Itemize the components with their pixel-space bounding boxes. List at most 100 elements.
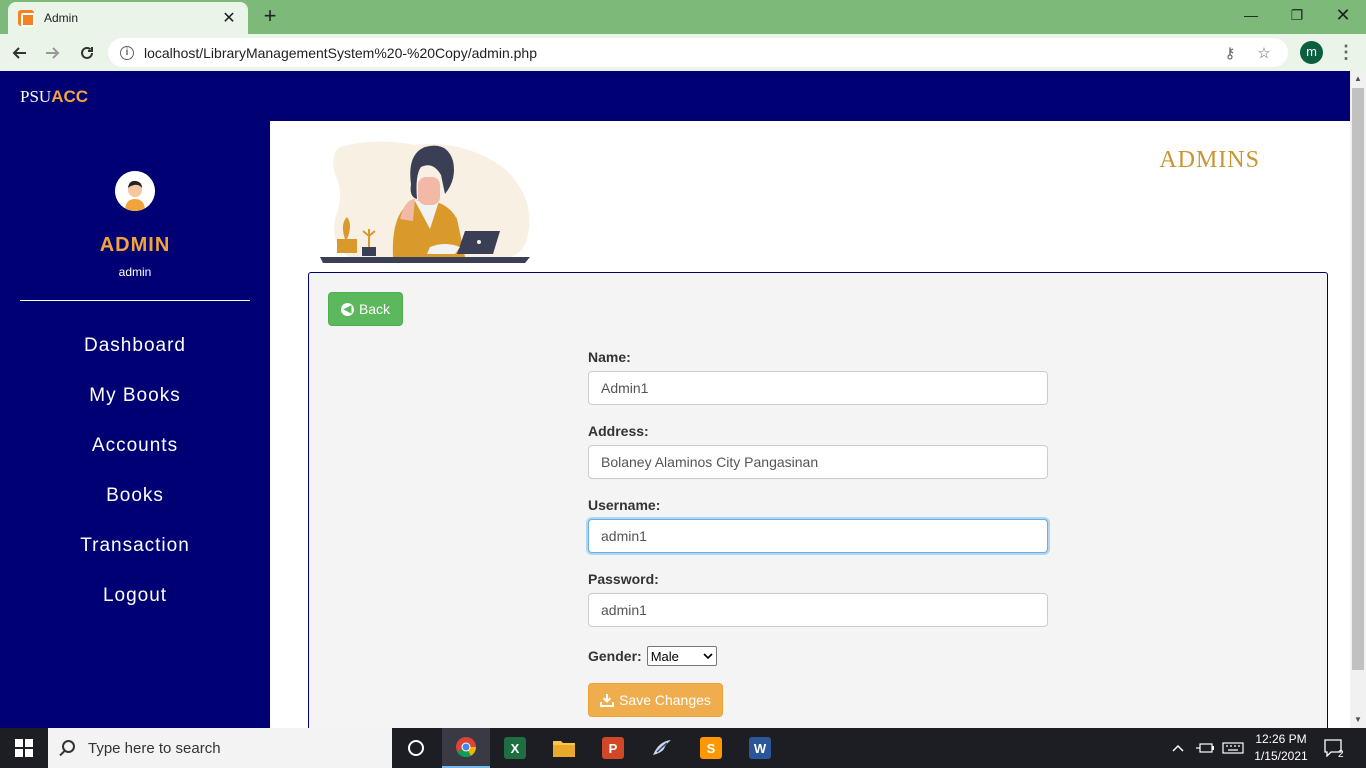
arrow-right-icon — [46, 46, 60, 59]
sidebar-item-my-books[interactable]: My Books — [0, 385, 270, 435]
notification-count-badge: 2 — [1338, 748, 1344, 760]
bird-app-icon — [653, 740, 671, 755]
folder-icon — [553, 741, 575, 757]
sidebar-item-books[interactable]: Books — [0, 485, 270, 535]
clock-date: 1/15/2021 — [1254, 749, 1308, 763]
web-page: PSUACC ADMIN admin Dashboard My Books Ac… — [0, 71, 1350, 728]
edit-admin-form: Name: Address: Username: Password: Gende… — [588, 349, 1048, 717]
address-bar[interactable]: i localhost/LibraryManagementSystem%20-%… — [108, 38, 1288, 67]
reload-button[interactable] — [72, 38, 102, 68]
taskbar-chrome[interactable] — [442, 728, 490, 768]
page-heading: ADMINS — [1159, 147, 1260, 173]
taskbar-sublime-text[interactable]: S — [687, 728, 735, 768]
keyboard-status[interactable] — [1222, 728, 1244, 768]
taskbar-search[interactable]: Type here to search — [48, 728, 392, 768]
top-navbar: PSUACC — [0, 71, 1350, 121]
more-menu-icon[interactable]: ⋮ — [1336, 42, 1356, 64]
address-field[interactable] — [588, 445, 1048, 479]
username-label: Username: — [588, 497, 661, 513]
sidebar-item-accounts[interactable]: Accounts — [0, 435, 270, 485]
xampp-favicon-icon — [18, 10, 35, 27]
brand-suffix: ACC — [51, 87, 89, 106]
taskbar-powerpoint[interactable]: P — [589, 728, 637, 768]
sidebar-subtitle: admin — [118, 265, 152, 279]
woman-at-laptop-illustration — [320, 141, 530, 263]
search-icon — [62, 740, 75, 753]
show-hidden-icons[interactable] — [1172, 728, 1184, 768]
taskbar-clock[interactable]: 12:26 PM 1/15/2021 — [1248, 731, 1314, 765]
key-icon[interactable]: ⚷ — [1218, 44, 1242, 62]
brand-logo[interactable]: PSUACC — [20, 87, 88, 107]
powerpoint-icon: P — [602, 737, 624, 759]
username-field[interactable] — [588, 519, 1048, 553]
back-button-label: Back — [358, 301, 391, 317]
tab-title: Admin — [44, 11, 79, 25]
task-view-button[interactable] — [392, 728, 440, 768]
start-button[interactable] — [0, 728, 48, 768]
back-button[interactable]: ◀ Back — [328, 292, 403, 326]
sidebar-item-transaction[interactable]: Transaction — [0, 535, 270, 585]
reload-icon — [81, 46, 93, 59]
browser-tab[interactable]: Admin ✕ — [8, 2, 248, 34]
minimize-window-button[interactable]: — — [1228, 0, 1274, 30]
page-scrollbar[interactable]: ▲ ▼ — [1350, 71, 1366, 728]
scroll-down-icon[interactable]: ▼ — [1350, 712, 1366, 728]
back-nav-button[interactable] — [4, 38, 34, 68]
taskbar-word[interactable]: W — [736, 728, 784, 768]
sidebar-nav: Dashboard My Books Accounts Books Transa… — [0, 335, 270, 635]
battery-plug-icon — [1196, 743, 1214, 753]
star-icon[interactable]: ☆ — [1252, 44, 1276, 62]
sidebar-title: ADMIN — [99, 234, 171, 256]
battery-status[interactable] — [1196, 728, 1214, 768]
download-icon — [600, 694, 615, 707]
gender-selected-value: Male — [650, 648, 679, 664]
address-label: Address: — [588, 423, 649, 439]
taskbar-app-bird[interactable] — [638, 728, 686, 768]
sublime-text-icon: S — [700, 737, 722, 759]
restore-window-button[interactable]: ❐ — [1274, 0, 1320, 30]
name-label: Name: — [588, 349, 631, 365]
taskbar-file-explorer[interactable] — [540, 728, 588, 768]
arrow-left-icon — [12, 46, 26, 59]
sidebar-item-dashboard[interactable]: Dashboard — [0, 335, 270, 385]
close-window-button[interactable]: ✕ — [1320, 0, 1366, 30]
user-avatar — [115, 171, 155, 211]
new-tab-button[interactable]: + — [258, 4, 282, 28]
chevron-down-icon — [703, 653, 713, 659]
browser-toolbar: i localhost/LibraryManagementSystem%20-%… — [0, 34, 1366, 71]
info-icon[interactable]: i — [120, 45, 134, 60]
gender-select[interactable]: Male — [646, 646, 717, 666]
password-label: Password: — [588, 571, 659, 587]
word-icon: W — [749, 737, 771, 759]
taskbar-excel[interactable]: X — [491, 728, 539, 768]
sidebar: ADMIN admin Dashboard My Books Accounts … — [0, 121, 270, 728]
windows-taskbar: Type here to search X P S W 12:26 PM 1/1… — [0, 728, 1366, 768]
main-content: ADMINS ◀ Back Name: Address: Username: P… — [270, 121, 1350, 728]
save-changes-label: Save Changes — [619, 692, 711, 708]
taskbar-search-placeholder: Type here to search — [88, 739, 221, 757]
browser-tabstrip: Admin ✕ + — ❐ ✕ — [0, 0, 1366, 34]
close-tab-icon[interactable]: ✕ — [220, 8, 238, 28]
scroll-up-icon[interactable]: ▲ — [1350, 71, 1366, 87]
person-avatar-icon — [115, 171, 155, 211]
clock-time: 12:26 PM — [1255, 732, 1307, 746]
brand-prefix: PSU — [20, 87, 52, 106]
circle-arrow-left-icon: ◀ — [340, 302, 354, 316]
password-field[interactable] — [588, 593, 1048, 627]
scroll-thumb[interactable] — [1352, 88, 1364, 670]
gender-row: Gender: Male — [588, 645, 1048, 667]
save-changes-button[interactable]: Save Changes — [588, 683, 723, 717]
gender-label: Gender: — [588, 648, 642, 664]
keyboard-icon — [1222, 742, 1244, 754]
cortana-circle-icon — [408, 740, 424, 756]
excel-icon: X — [504, 737, 526, 759]
action-center-button[interactable]: 2 — [1324, 728, 1344, 768]
forward-nav-button[interactable] — [38, 38, 68, 68]
url-text: localhost/LibraryManagementSystem%20-%20… — [144, 44, 537, 61]
name-field[interactable] — [588, 371, 1048, 405]
sidebar-item-logout[interactable]: Logout — [0, 585, 270, 635]
sidebar-divider — [20, 300, 250, 301]
chevron-up-icon — [1172, 744, 1184, 752]
chrome-icon — [456, 737, 477, 758]
profile-avatar[interactable]: m — [1300, 41, 1323, 64]
